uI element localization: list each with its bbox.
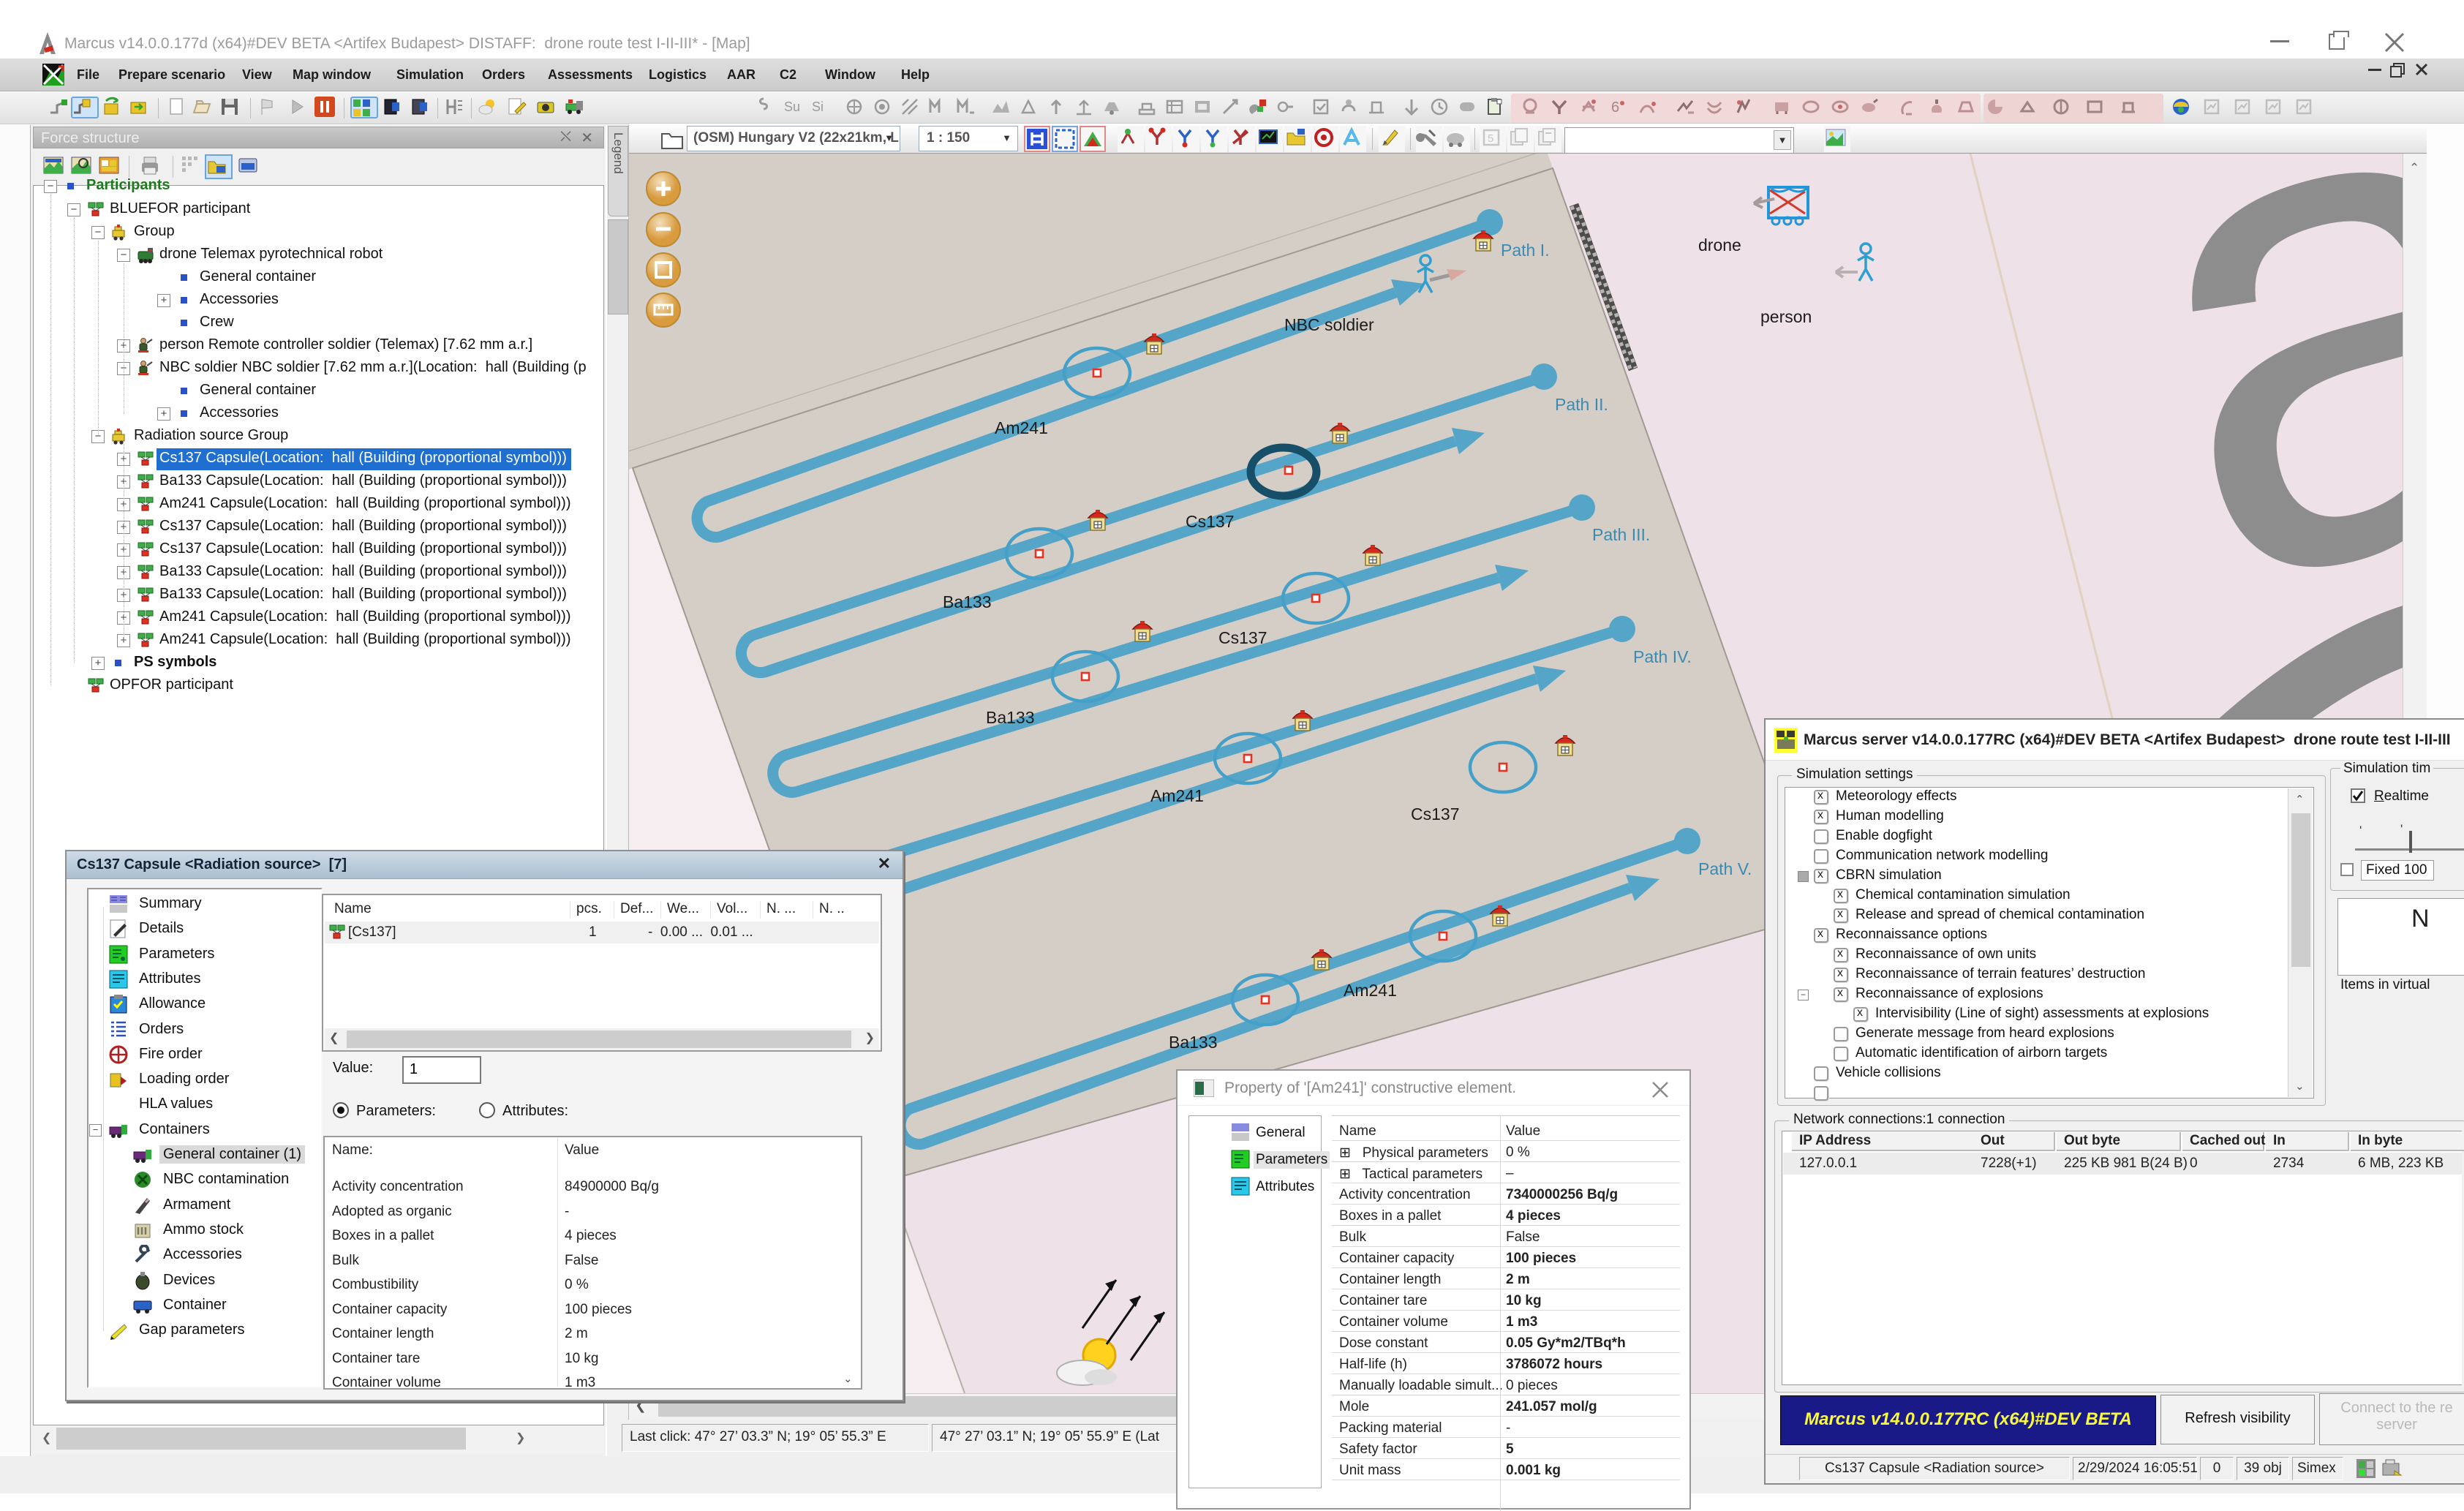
svg-text:Si: Si: [812, 99, 824, 114]
svg-text:Am241: Am241: [1344, 981, 1397, 1000]
svg-text:Ba133: Ba133: [986, 708, 1035, 727]
svg-text:drone: drone: [1698, 235, 1741, 255]
svg-text:Path V.: Path V.: [1698, 859, 1752, 878]
svg-text:Path I.: Path I.: [1501, 241, 1549, 260]
svg-text:Path II.: Path II.: [1555, 395, 1608, 414]
svg-text:Path IV.: Path IV.: [1633, 647, 1692, 666]
svg-text:Ba133: Ba133: [1169, 1033, 1218, 1052]
svg-text:NBC soldier: NBC soldier: [1284, 315, 1374, 334]
svg-text:6: 6: [1611, 99, 1619, 116]
svg-text:Cs137: Cs137: [1411, 805, 1459, 824]
svg-text:Su: Su: [784, 99, 800, 114]
svg-text:Ba133: Ba133: [943, 592, 992, 611]
svg-text:Am241: Am241: [1150, 786, 1204, 805]
svg-text:Path III.: Path III.: [1592, 525, 1650, 544]
svg-text:Am241: Am241: [995, 418, 1048, 437]
svg-text:Cs137: Cs137: [1186, 512, 1234, 531]
svg-text:5: 5: [1488, 132, 1493, 145]
svg-text:Cs137: Cs137: [1218, 628, 1267, 647]
svg-text:person: person: [1760, 307, 1812, 326]
